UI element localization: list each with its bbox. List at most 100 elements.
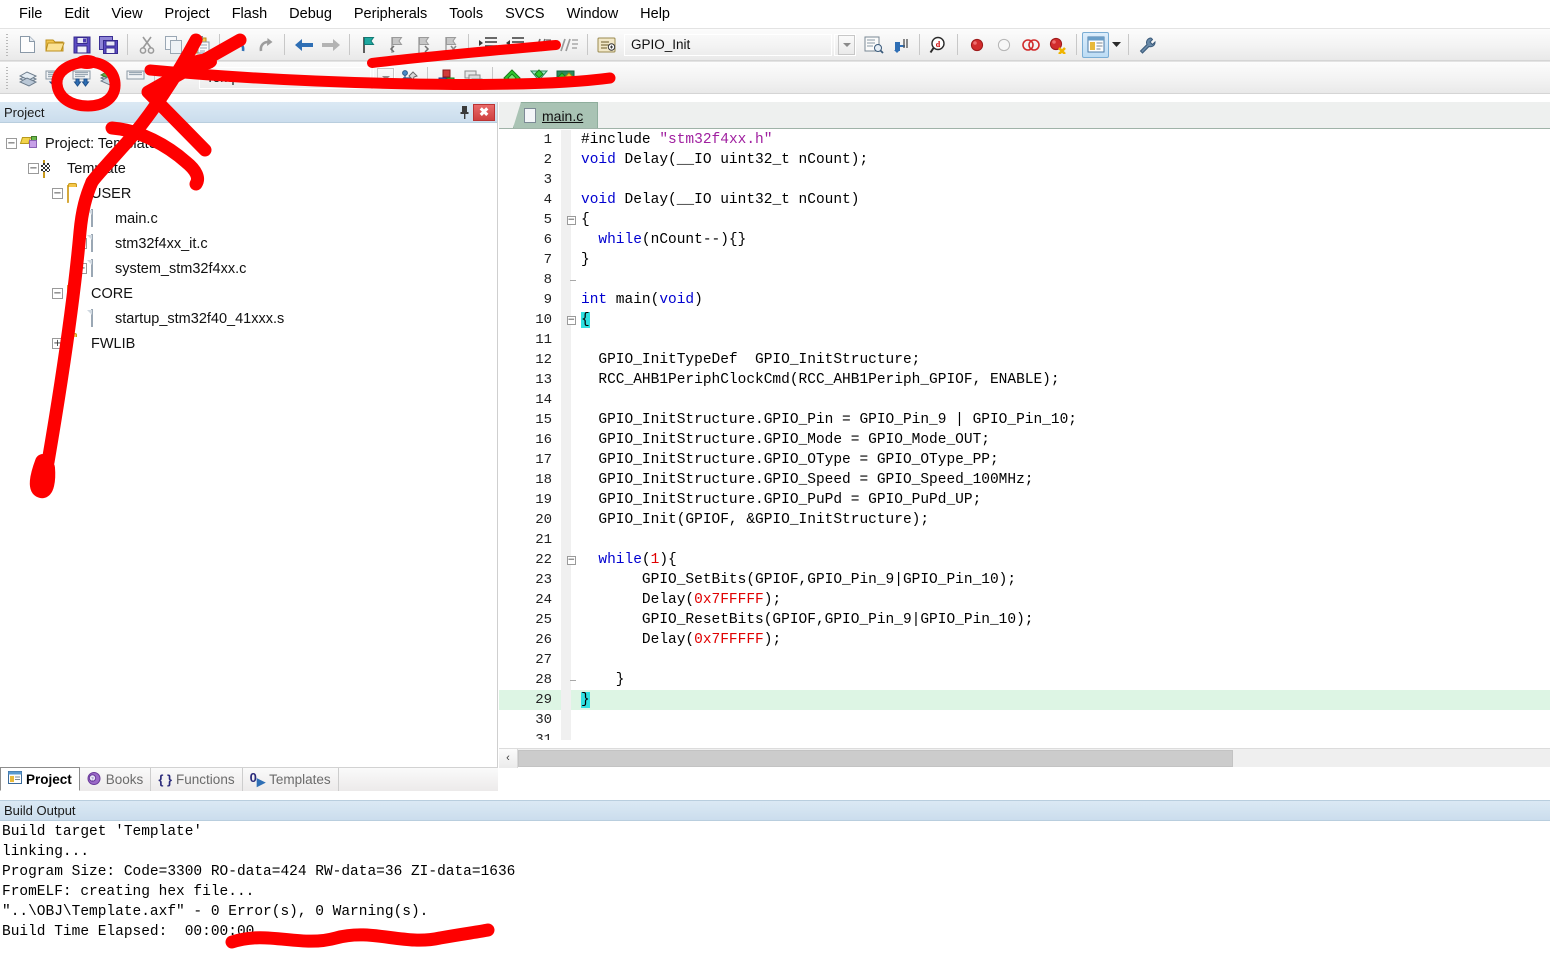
fold-marker[interactable]: − [561,555,581,565]
indent-right-icon[interactable] [474,32,501,58]
navigate-back-icon[interactable] [290,32,317,58]
fold-collapse-icon[interactable]: − [566,215,576,225]
cut-icon[interactable] [133,32,160,58]
expander-icon[interactable]: + [76,263,87,274]
scroll-left-icon[interactable]: ‹ [499,748,518,768]
expander-icon[interactable]: + [76,238,87,249]
uncomment-icon[interactable] [555,32,582,58]
redo-icon[interactable] [252,32,279,58]
paste-icon[interactable] [187,32,214,58]
expander-icon[interactable]: − [6,138,17,149]
tree-item-file-startup-s[interactable]: startup_stm32f40_41xxx.s [6,306,497,331]
menu-item-flash[interactable]: Flash [221,3,278,25]
expander-icon[interactable]: − [52,188,63,199]
tree-item-group-core[interactable]: − CORE [6,281,497,306]
tab-templates[interactable]: 0▶ Templates [243,768,339,791]
stop-build-icon[interactable] [160,65,187,91]
fold-collapse-icon[interactable]: − [566,555,576,565]
undo-icon[interactable] [225,32,252,58]
editor-horizontal-scrollbar[interactable]: ‹ [499,748,1550,768]
tree-item-file-main-c[interactable]: + main.c [6,206,497,231]
bookmark-prev-icon[interactable] [382,32,409,58]
new-file-icon[interactable] [14,32,41,58]
tree-item-target-template[interactable]: − Template [6,156,497,181]
tree-item-project-root[interactable]: − Project: Template [6,131,497,156]
toolbar-grip[interactable] [4,66,11,89]
build-output-text[interactable]: Build target 'Template' linking... Program… [0,821,1550,944]
expander-icon[interactable]: − [28,163,39,174]
breakpoint-enable-icon[interactable] [990,32,1017,58]
expander-icon[interactable]: + [76,213,87,224]
batch-build-icon[interactable] [95,65,122,91]
download-icon[interactable] [122,65,149,91]
pin-icon[interactable] [455,103,473,121]
breakpoint-insert-icon[interactable] [963,32,990,58]
menu-item-view[interactable]: View [100,3,153,25]
bookmark-toggle-icon[interactable] [355,32,382,58]
magnifier-debug-icon[interactable]: d [925,32,952,58]
target-options-icon[interactable] [395,65,422,91]
code-token: ){ [659,552,677,568]
scrollbar-thumb[interactable] [518,749,1233,767]
translate-icon[interactable] [14,65,41,91]
menu-item-svcs[interactable]: SVCS [494,3,556,25]
menu-item-peripherals[interactable]: Peripherals [343,3,438,25]
manage-windows-dropdown[interactable] [1109,32,1123,58]
navigate-forward-icon[interactable] [317,32,344,58]
save-icon[interactable] [68,32,95,58]
menu-item-edit[interactable]: Edit [53,3,100,25]
debug-start-icon[interactable] [860,32,887,58]
bookmark-next-icon[interactable] [409,32,436,58]
line-number: 5 [543,212,552,228]
tab-books[interactable]: ? Books [80,768,152,791]
fold-marker[interactable]: − [561,215,581,225]
menu-item-help[interactable]: Help [629,3,681,25]
bookmark-clear-icon[interactable] [436,32,463,58]
editor-tab-main-c[interactable]: main.c [513,102,599,128]
tree-item-group-fwlib[interactable]: + FWLIB [6,331,497,356]
fold-collapse-icon[interactable]: − [566,315,576,325]
tree-item-file-stm32f4xx-it-c[interactable]: + stm32f4xx_it.c [6,231,497,256]
target-combo-dropdown[interactable] [373,66,395,89]
expander-icon[interactable]: + [52,338,63,349]
expander-icon[interactable]: − [52,288,63,299]
comment-icon[interactable] [528,32,555,58]
build-icon[interactable] [41,65,68,91]
pack-installer-icon[interactable] [498,65,525,91]
menu-item-window[interactable]: Window [556,3,630,25]
file-info-icon[interactable] [593,32,620,58]
function-combo[interactable]: GPIO_Init [624,33,832,56]
menu-item-file[interactable]: File [8,3,53,25]
tab-project[interactable]: Project [0,767,80,791]
find-in-files-icon[interactable] [887,32,914,58]
manage-windows-icon[interactable] [1082,31,1109,58]
code-text-area[interactable]: 1 #include "stm32f4xx.h" 2 void Delay(__IO … [499,130,1550,740]
menu-item-project[interactable]: Project [154,3,221,25]
save-all-icon[interactable] [95,32,122,58]
fold-marker[interactable]: − [561,315,581,325]
chevron-down-icon[interactable] [838,34,855,55]
menu-item-tools[interactable]: Tools [438,3,494,25]
tree-item-group-user[interactable]: − USER [6,181,497,206]
pack-manage-icon[interactable] [552,65,579,91]
open-file-icon[interactable] [41,32,68,58]
breakpoint-disable-all-icon[interactable] [1017,32,1044,58]
tab-functions[interactable]: { } Functions [151,768,243,791]
pack-filter-icon[interactable] [525,65,552,91]
manage-project-items-icon[interactable] [433,65,460,91]
project-tree[interactable]: − Project: Template − Template − USER + [0,123,497,356]
indent-left-icon[interactable] [501,32,528,58]
chevron-down-icon[interactable] [377,67,394,88]
multi-project-icon[interactable] [460,65,487,91]
toolbar-separator [127,34,128,55]
tree-item-file-system-stm32f4xx-c[interactable]: + system_stm32f4xx.c [6,256,497,281]
configure-icon[interactable] [1134,32,1161,58]
close-icon[interactable]: ✖ [473,103,495,121]
toolbar-grip[interactable] [4,33,11,56]
target-combo[interactable]: Template [199,66,371,89]
menu-item-debug[interactable]: Debug [278,3,343,25]
copy-icon[interactable] [160,32,187,58]
function-combo-dropdown[interactable] [834,33,856,56]
breakpoint-kill-all-icon[interactable] [1044,32,1071,58]
rebuild-icon[interactable] [68,65,95,91]
